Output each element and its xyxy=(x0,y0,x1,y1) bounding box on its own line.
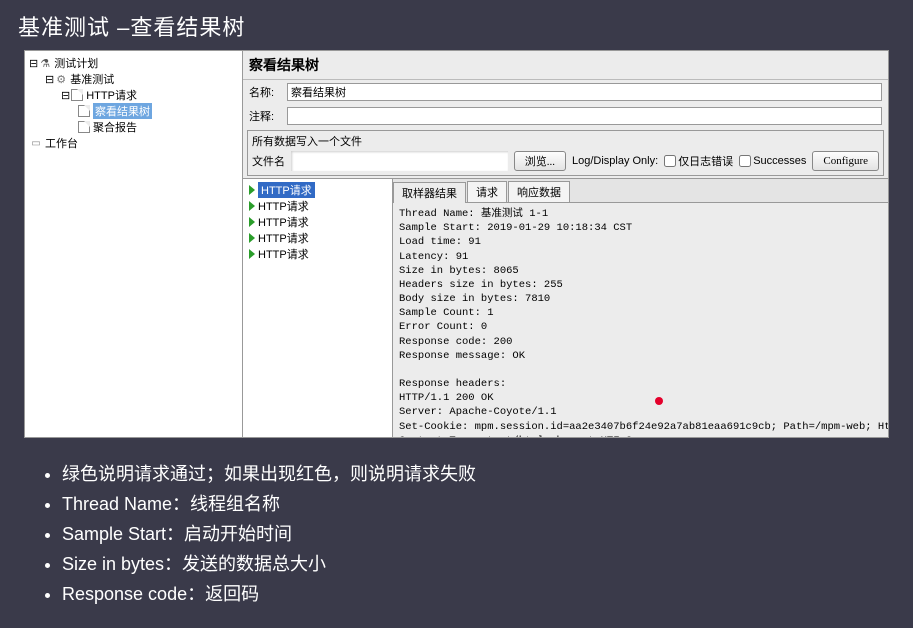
name-label: 名称: xyxy=(249,84,283,100)
file-output-group: 所有数据写入一个文件 文件名 浏览... Log/Display Only: 仅… xyxy=(247,130,884,176)
tree-node-benchmark[interactable]: ⊟基准测试 xyxy=(27,71,240,87)
pass-icon xyxy=(249,201,255,211)
configure-button[interactable]: Configure xyxy=(812,151,879,171)
bullet: Response code：返回码 xyxy=(62,580,873,606)
bullet: Thread Name：线程组名称 xyxy=(62,490,873,516)
tree-node-workbench[interactable]: 工作台 xyxy=(27,135,240,151)
errors-only-checkbox[interactable]: 仅日志错误 xyxy=(664,153,733,169)
tab-sampler-result[interactable]: 取样器结果 xyxy=(393,182,466,203)
report-icon xyxy=(77,120,91,134)
right-panel: 察看结果树 名称: 注释: 所有数据写入一个文件 文件名 浏览... Log/D… xyxy=(243,51,888,437)
browse-button[interactable]: 浏览... xyxy=(514,151,566,171)
results-icon xyxy=(77,104,91,118)
group-title: 所有数据写入一个文件 xyxy=(252,133,879,149)
panel-title: 察看结果树 xyxy=(243,51,888,80)
bullet: 绿色说明请求通过；如果出现红色，则说明请求失败 xyxy=(62,460,873,486)
tab-response-data[interactable]: 响应数据 xyxy=(508,181,570,202)
comment-input[interactable] xyxy=(287,107,882,125)
gear-icon xyxy=(54,72,68,86)
tree-node-http[interactable]: ⊟HTTP请求 xyxy=(27,87,240,103)
pass-icon xyxy=(249,185,255,195)
pass-icon xyxy=(249,217,255,227)
workbench-icon xyxy=(29,136,43,150)
details-panel: 取样器结果 请求 响应数据 Thread Name: 基准测试 1-1 Samp… xyxy=(393,179,888,437)
name-input[interactable] xyxy=(287,83,882,101)
http-icon xyxy=(70,88,84,102)
jmeter-window: ⊟测试计划 ⊟基准测试 ⊟HTTP请求 察看结果树 聚合报告 工作台 察看结果树… xyxy=(24,50,889,438)
filename-input[interactable] xyxy=(291,151,508,171)
bullet: Sample Start：启动开始时间 xyxy=(62,520,873,546)
flask-icon xyxy=(38,56,52,70)
successes-checkbox[interactable]: Successes xyxy=(739,155,806,167)
result-item[interactable]: HTTP请求 xyxy=(245,230,390,246)
result-item[interactable]: HTTP请求 xyxy=(245,246,390,262)
tree-node-testplan[interactable]: ⊟测试计划 xyxy=(27,55,240,71)
explanation-list: 绿色说明请求通过；如果出现红色，则说明请求失败 Thread Name：线程组名… xyxy=(0,438,913,628)
pass-icon xyxy=(249,249,255,259)
tab-request[interactable]: 请求 xyxy=(467,181,507,202)
log-only-label: Log/Display Only: xyxy=(572,155,658,167)
detail-tabs: 取样器结果 请求 响应数据 xyxy=(393,179,888,203)
result-item[interactable]: HTTP请求 xyxy=(245,214,390,230)
results-tree[interactable]: HTTP请求 HTTP请求 HTTP请求 HTTP请求 HTTP请求 xyxy=(243,179,393,437)
slide-title: 基准测试 –查看结果树 xyxy=(0,0,913,50)
result-item[interactable]: HTTP请求 xyxy=(245,198,390,214)
result-item[interactable]: HTTP请求 xyxy=(245,182,390,198)
tree-node-aggregate[interactable]: 聚合报告 xyxy=(27,119,240,135)
test-plan-tree[interactable]: ⊟测试计划 ⊟基准测试 ⊟HTTP请求 察看结果树 聚合报告 工作台 xyxy=(25,51,243,437)
sampler-result-text[interactable]: Thread Name: 基准测试 1-1 Sample Start: 2019… xyxy=(393,203,888,437)
laser-pointer-icon xyxy=(655,397,663,405)
file-label: 文件名 xyxy=(252,153,285,169)
bullet: Size in bytes：发送的数据总大小 xyxy=(62,550,873,576)
tree-node-view-results[interactable]: 察看结果树 xyxy=(27,103,240,119)
comment-label: 注释: xyxy=(249,108,283,124)
pass-icon xyxy=(249,233,255,243)
